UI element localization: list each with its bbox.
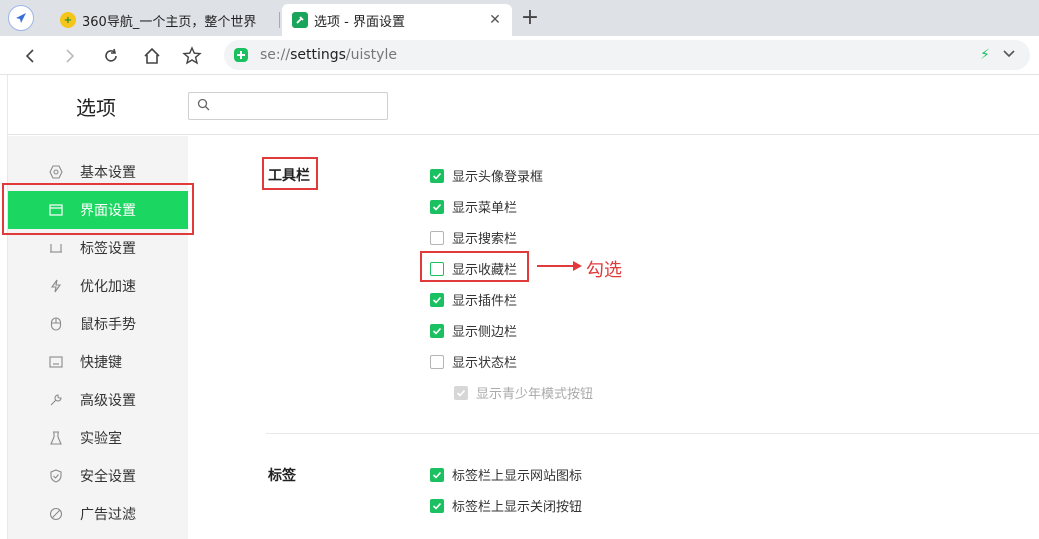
url-text: se://settings/uistyle [260, 47, 397, 63]
annotation-arrow [537, 265, 575, 267]
tab-title: 360导航_一个主页，整个世界 [82, 14, 257, 30]
checkbox-disabled-icon [454, 385, 468, 400]
close-icon[interactable]: ✕ [486, 11, 504, 29]
back-icon[interactable] [18, 44, 42, 68]
sidebar-item-label: 安全设置 [80, 469, 136, 485]
new-tab-button[interactable]: + [518, 6, 542, 30]
forward-icon[interactable] [58, 44, 82, 68]
option-teen-mode: 显示青少年模式按钮 [454, 383, 593, 402]
reload-icon[interactable] [99, 44, 123, 68]
option-label: 显示侧边栏 [452, 325, 518, 340]
option-label: 标签栏上显示关闭按钮 [452, 500, 583, 515]
option-tab-close-button[interactable]: 标签栏上显示关闭按钮 [430, 496, 582, 515]
section-divider [266, 433, 1039, 434]
checkbox-checked-icon[interactable] [430, 467, 444, 482]
sidebar-item-label: 广告过滤 [80, 507, 136, 523]
home-icon[interactable] [140, 44, 164, 68]
sidebar-item-label: 优化加速 [80, 279, 136, 295]
wrench-icon [48, 392, 64, 408]
checkbox-unchecked-icon[interactable] [430, 230, 444, 245]
sidebar-item-label: 基本设置 [80, 165, 136, 181]
highlight-box-favorites [420, 251, 529, 282]
sidebar-item-gestures[interactable]: 鼠标手势 [8, 305, 188, 343]
checkbox-checked-icon[interactable] [430, 168, 444, 183]
bolt-icon[interactable]: ⚡ [980, 47, 990, 63]
hexagon-icon [48, 164, 64, 180]
sidebar-item-adblock[interactable]: 广告过滤 [8, 495, 188, 533]
sidebar-item-label: 高级设置 [80, 393, 136, 409]
annotation-text: 勾选 [586, 260, 622, 281]
sidebar-item-label: 鼠标手势 [80, 317, 136, 333]
checkbox-checked-icon[interactable] [430, 199, 444, 214]
option-label: 显示头像登录框 [452, 170, 544, 185]
option-avatar-login[interactable]: 显示头像登录框 [430, 166, 543, 185]
browser-toolbar: se://settings/uistyle ⚡ [0, 36, 1039, 75]
sidebar-item-advanced[interactable]: 高级设置 [8, 381, 188, 419]
sidebar-item-lab[interactable]: 实验室 [8, 419, 188, 457]
option-tab-favicon[interactable]: 标签栏上显示网站图标 [430, 465, 582, 484]
star-icon[interactable] [180, 44, 204, 68]
sidebar-item-security[interactable]: 安全设置 [8, 457, 188, 495]
sidebar-item-label: 标签设置 [80, 241, 136, 257]
highlight-box-sidebar [2, 183, 194, 235]
chevron-down-icon[interactable] [1002, 46, 1016, 64]
tab-360-home[interactable]: + 360导航_一个主页，整个世界 [50, 4, 278, 36]
option-label: 显示插件栏 [452, 294, 518, 309]
tab-settings[interactable]: 选项 - 界面设置 ✕ [282, 4, 512, 36]
shield-icon [48, 468, 64, 484]
arrow-head-icon [573, 261, 582, 271]
sidebar-item-speed[interactable]: 优化加速 [8, 267, 188, 305]
settings-header: 选项 [8, 75, 1039, 135]
option-menu-bar[interactable]: 显示菜单栏 [430, 197, 517, 216]
option-label: 显示菜单栏 [452, 201, 518, 216]
page-left-border [0, 75, 8, 539]
highlight-box-label [262, 157, 318, 190]
tab-separator [279, 12, 280, 28]
compass-icon[interactable] [8, 5, 34, 31]
tab-icon [48, 240, 64, 256]
section-label-tabs: 标签 [268, 468, 296, 484]
search-icon [197, 98, 210, 115]
tab-title: 选项 - 界面设置 [314, 14, 405, 30]
page-title: 选项 [76, 96, 116, 120]
search-input[interactable] [216, 98, 387, 114]
checkbox-checked-icon[interactable] [430, 323, 444, 338]
settings-favicon [292, 12, 308, 28]
flask-icon [48, 430, 64, 446]
checkbox-checked-icon[interactable] [430, 292, 444, 307]
option-label: 标签栏上显示网站图标 [452, 469, 583, 484]
option-plugin-bar[interactable]: 显示插件栏 [430, 290, 517, 309]
360-favicon: + [60, 12, 76, 28]
bolt-icon [48, 278, 64, 294]
address-bar[interactable]: se://settings/uistyle ⚡ [224, 40, 1030, 70]
option-sidebar[interactable]: 显示侧边栏 [430, 321, 517, 340]
option-search-bar[interactable]: 显示搜索栏 [430, 228, 517, 247]
sidebar-item-label: 实验室 [80, 431, 122, 447]
sidebar-item-shortcuts[interactable]: 快捷键 [8, 343, 188, 381]
option-label: 显示青少年模式按钮 [476, 387, 594, 402]
block-icon [48, 506, 64, 522]
keyboard-icon [48, 354, 64, 370]
checkbox-checked-icon[interactable] [430, 498, 444, 513]
option-label: 显示搜索栏 [452, 232, 518, 247]
search-box[interactable] [188, 92, 388, 120]
checkbox-unchecked-icon[interactable] [430, 354, 444, 369]
option-status-bar[interactable]: 显示状态栏 [430, 352, 517, 371]
option-label: 显示状态栏 [452, 356, 518, 371]
tab-strip: + 360导航_一个主页，整个世界 选项 - 界面设置 ✕ + [0, 0, 1039, 36]
shield-icon [234, 48, 248, 62]
sidebar-item-label: 快捷键 [80, 355, 122, 371]
mouse-icon [48, 316, 64, 332]
